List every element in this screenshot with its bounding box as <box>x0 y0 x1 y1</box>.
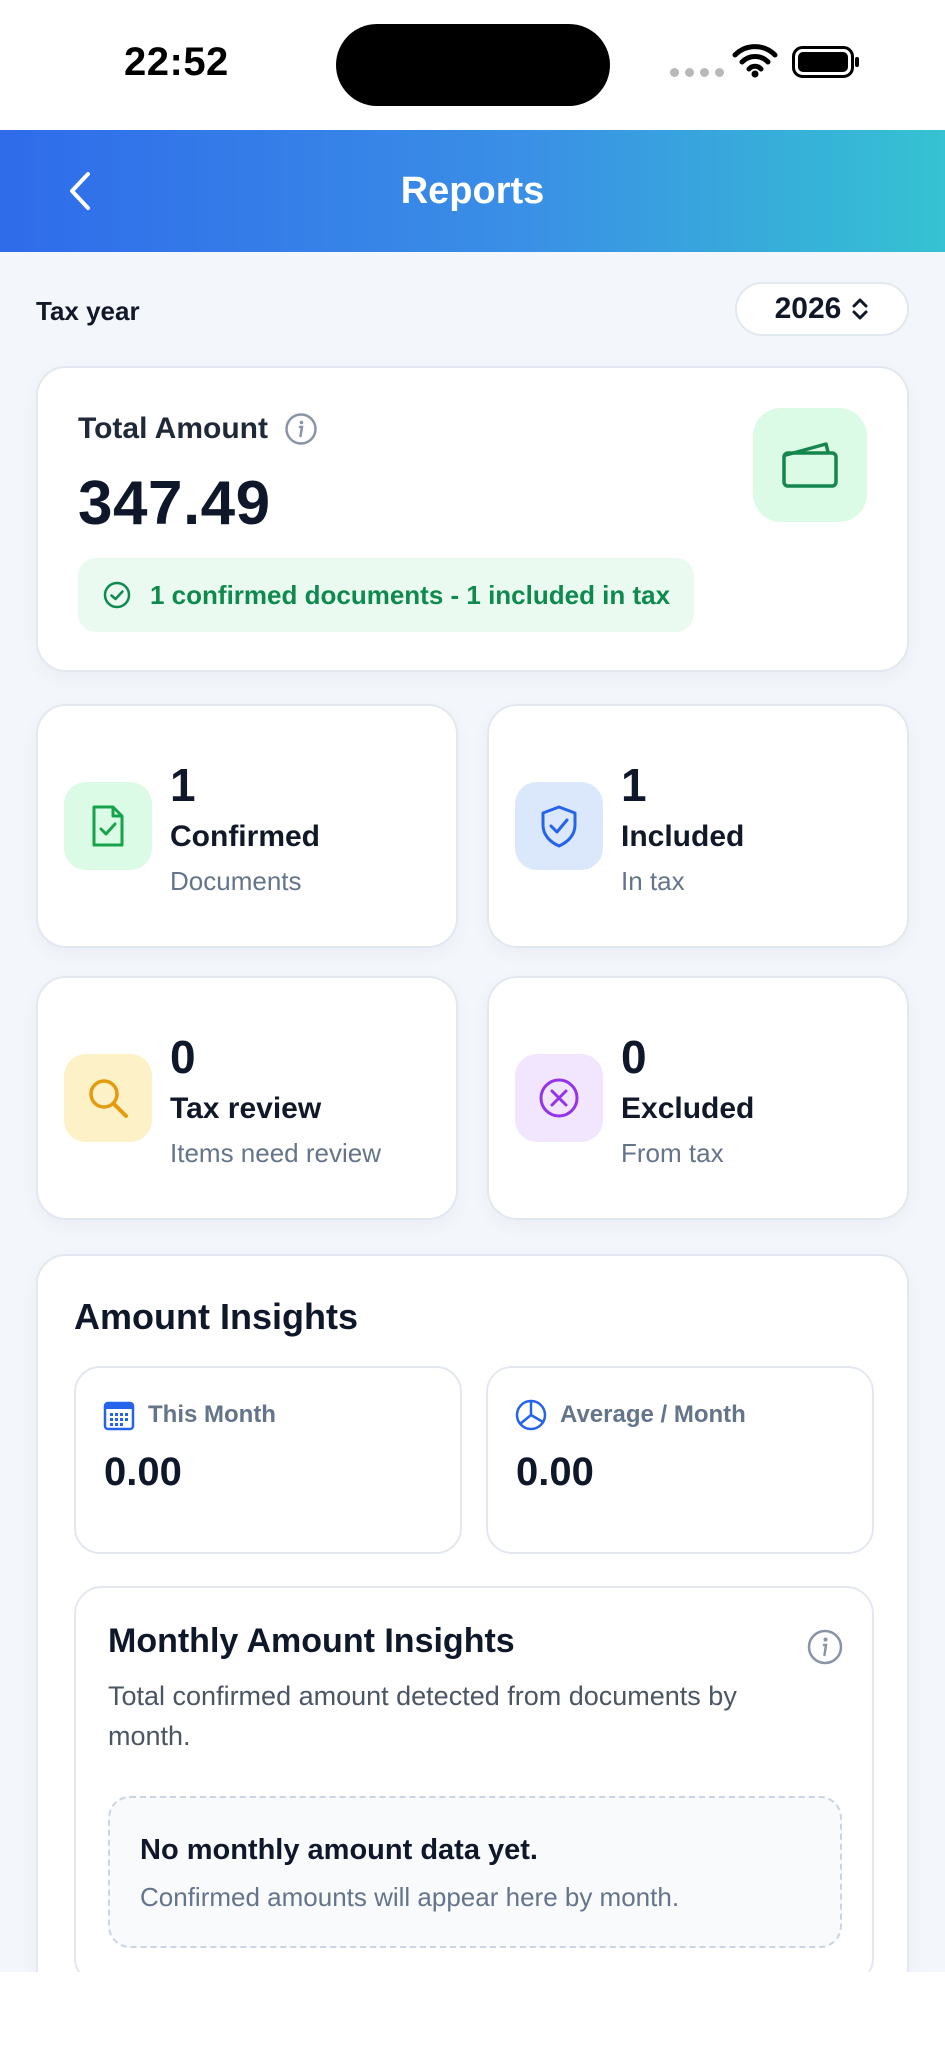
monthly-insights-card: Monthly Amount Insights Total confirmed … <box>74 1586 874 1972</box>
stat-icon-tile <box>515 1054 603 1142</box>
tax-year-row: Tax year 2026 <box>36 282 909 336</box>
info-icon[interactable] <box>284 412 318 446</box>
stat-count: 0 <box>170 1031 196 1083</box>
cellular-signal-icon <box>670 68 724 77</box>
average-month-value: 0.00 <box>516 1450 594 1494</box>
stat-card-included[interactable]: 1 Included In tax <box>487 704 909 948</box>
stat-card-tax-review[interactable]: 0 Tax review Items need review <box>36 976 458 1220</box>
stat-sublabel: Items need review <box>170 1138 381 1168</box>
total-amount-value: 347.49 <box>78 469 271 538</box>
total-title: Total Amount <box>78 412 268 445</box>
amount-insights-card: Amount Insights This Month 0.00 Average … <box>36 1254 909 1972</box>
amount-insights-title: Amount Insights <box>74 1296 358 1337</box>
x-circle-icon <box>539 1078 579 1118</box>
page-title: Reports <box>400 170 545 212</box>
this-month-value: 0.00 <box>104 1450 182 1494</box>
this-month-card: This Month 0.00 <box>74 1366 462 1554</box>
empty-state: No monthly amount data yet. Confirmed am… <box>108 1796 842 1948</box>
document-check-icon <box>92 805 124 847</box>
shield-check-icon <box>541 805 577 848</box>
status-bar: 22:52 <box>0 0 945 130</box>
stat-count: 1 <box>170 759 196 811</box>
average-month-header: Average / Month <box>514 1398 746 1432</box>
battery-icon <box>792 46 859 78</box>
info-icon[interactable] <box>806 1628 844 1666</box>
stat-sublabel: Documents <box>170 866 302 896</box>
stat-count: 0 <box>621 1031 647 1083</box>
tax-year-value: 2026 <box>774 292 842 325</box>
stat-label: Included <box>621 820 745 853</box>
stat-label: Confirmed <box>170 820 320 853</box>
empty-state-title: No monthly amount data yet. <box>140 1834 538 1866</box>
stat-label: Tax review <box>170 1092 322 1125</box>
pie-chart-icon <box>515 1399 547 1431</box>
bottom-safe-area <box>0 1972 945 2048</box>
stat-sublabel: In tax <box>621 866 685 896</box>
check-circle-icon <box>103 581 131 609</box>
stat-card-excluded[interactable]: 0 Excluded From tax <box>487 976 909 1220</box>
monthly-insights-description: Total confirmed amount detected from doc… <box>108 1681 737 1751</box>
confirmed-summary-text: 1 confirmed documents - 1 included in ta… <box>150 579 671 610</box>
average-month-label: Average / Month <box>560 1401 746 1428</box>
reports-content: Tax year 2026 Total Amount 347.49 1 conf… <box>0 252 945 1972</box>
monthly-insights-title: Monthly Amount Insights <box>108 1622 515 1660</box>
wallet-icon <box>782 442 838 488</box>
tax-year-label: Tax year <box>36 296 140 326</box>
this-month-header: This Month <box>102 1398 276 1432</box>
stat-icon-tile <box>64 1054 152 1142</box>
empty-state-subtitle: Confirmed amounts will appear here by mo… <box>140 1882 680 1912</box>
tax-year-select[interactable]: 2026 <box>735 282 909 336</box>
dynamic-island <box>336 24 610 106</box>
chevron-up-down-icon <box>852 298 868 320</box>
confirmed-summary-badge: 1 confirmed documents - 1 included in ta… <box>78 558 695 632</box>
stat-card-confirmed[interactable]: 1 Confirmed Documents <box>36 704 458 948</box>
stat-sublabel: From tax <box>621 1138 724 1168</box>
stat-count: 1 <box>621 759 647 811</box>
stat-icon-tile <box>64 782 152 870</box>
app-header: Reports <box>0 130 945 252</box>
stat-icon-tile <box>515 782 603 870</box>
wallet-tile <box>753 408 867 522</box>
calendar-icon <box>103 1401 135 1431</box>
status-time: 22:52 <box>124 40 229 84</box>
wifi-icon <box>732 44 778 78</box>
total-title-row: Total Amount <box>78 412 318 446</box>
total-amount-card: Total Amount 347.49 1 confirmed document… <box>36 366 909 672</box>
stat-label: Excluded <box>621 1092 755 1125</box>
search-icon <box>89 1079 128 1118</box>
average-month-card: Average / Month 0.00 <box>486 1366 874 1554</box>
this-month-label: This Month <box>148 1401 276 1428</box>
